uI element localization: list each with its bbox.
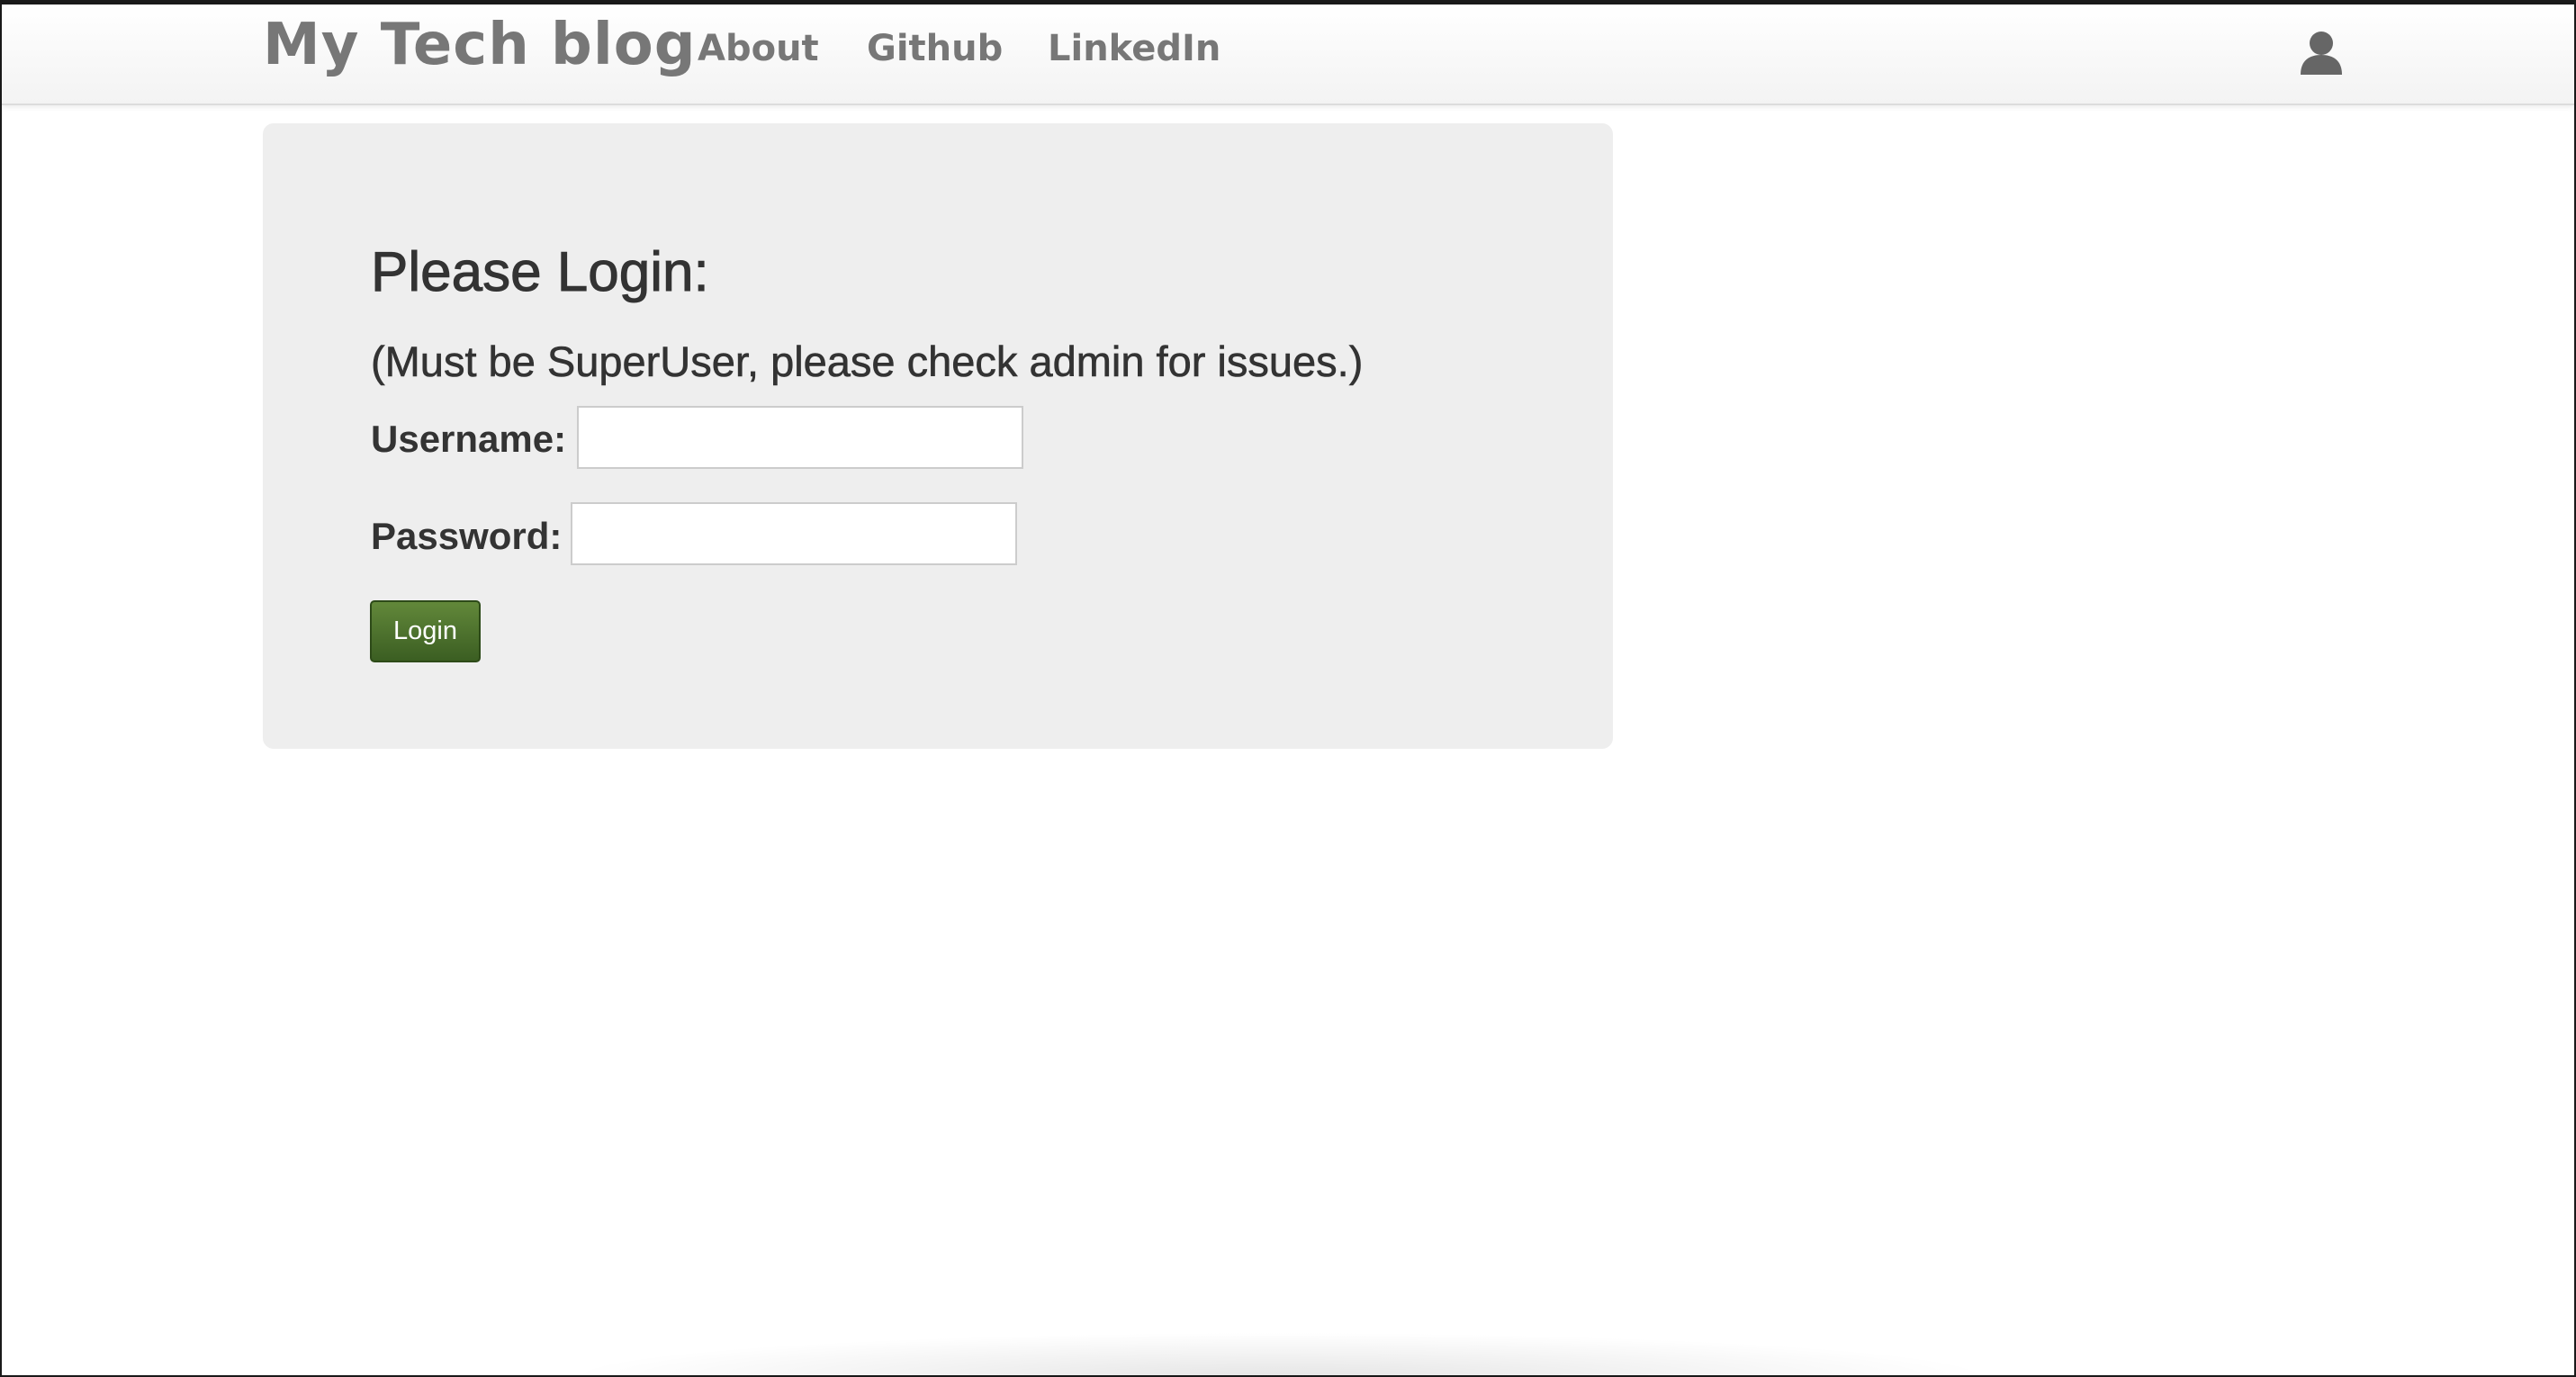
username-input[interactable] bbox=[577, 406, 1023, 469]
navbar: My Tech blog About Github LinkedIn bbox=[2, 4, 2574, 105]
nav-link-about[interactable]: About bbox=[698, 28, 819, 69]
nav-link-linkedin[interactable]: LinkedIn bbox=[1048, 28, 1220, 69]
login-button[interactable]: Login bbox=[370, 600, 481, 662]
login-heading: Please Login: bbox=[371, 241, 710, 304]
password-input[interactable] bbox=[571, 502, 1017, 565]
login-panel: Please Login: (Must be SuperUser, please… bbox=[263, 123, 1613, 749]
user-icon bbox=[2301, 32, 2342, 75]
brand-link[interactable]: My Tech blog bbox=[263, 12, 697, 78]
user-menu-button[interactable] bbox=[2299, 30, 2344, 76]
page: My Tech blog About Github LinkedIn Pleas… bbox=[0, 0, 2576, 1377]
username-label: Username: bbox=[371, 418, 567, 460]
password-label: Password: bbox=[371, 515, 563, 557]
bottom-shadow bbox=[560, 1332, 2000, 1377]
login-note: (Must be SuperUser, please check admin f… bbox=[371, 338, 1364, 386]
nav-link-github[interactable]: Github bbox=[867, 28, 1003, 69]
